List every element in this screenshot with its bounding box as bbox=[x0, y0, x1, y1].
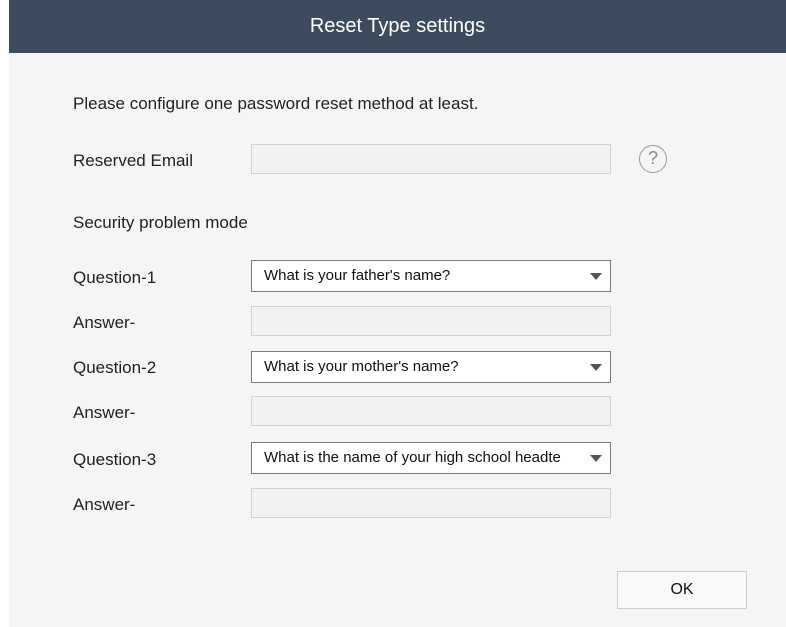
question-2-label: Question-2 bbox=[73, 358, 157, 377]
section-title: Security problem mode bbox=[73, 213, 248, 232]
reserved-email-label: Reserved Email bbox=[73, 151, 193, 170]
answer-2-label: Answer- bbox=[73, 403, 136, 422]
question-1-select[interactable]: What is your father's name? bbox=[251, 260, 611, 292]
ok-button[interactable]: OK bbox=[617, 571, 747, 609]
answer-1-input[interactable] bbox=[251, 306, 611, 336]
answer-2-input[interactable] bbox=[251, 396, 611, 426]
question-3-selected: What is the name of your high school hea… bbox=[264, 449, 561, 466]
question-1-label: Question-1 bbox=[73, 268, 157, 287]
question-2-selected: What is your mother's name? bbox=[264, 358, 459, 375]
instruction-text: Please configure one password reset meth… bbox=[73, 94, 479, 113]
question-circle-icon[interactable]: ? bbox=[639, 145, 667, 173]
dropdown-arrow-icon bbox=[590, 364, 602, 371]
answer-3-label: Answer- bbox=[73, 495, 136, 514]
answer-1-label: Answer- bbox=[73, 313, 136, 332]
dropdown-arrow-icon bbox=[590, 455, 602, 462]
dialog-title: Reset Type settings bbox=[9, 0, 786, 53]
reserved-email-input[interactable] bbox=[251, 144, 611, 174]
question-3-label: Question-3 bbox=[73, 450, 157, 469]
answer-3-input[interactable] bbox=[251, 488, 611, 518]
reset-type-dialog: Reset Type settings Please configure one… bbox=[9, 0, 786, 627]
question-1-selected: What is your father's name? bbox=[264, 267, 451, 284]
dropdown-arrow-icon bbox=[590, 273, 602, 280]
question-2-select[interactable]: What is your mother's name? bbox=[251, 351, 611, 383]
question-3-select[interactable]: What is the name of your high school hea… bbox=[251, 442, 611, 474]
